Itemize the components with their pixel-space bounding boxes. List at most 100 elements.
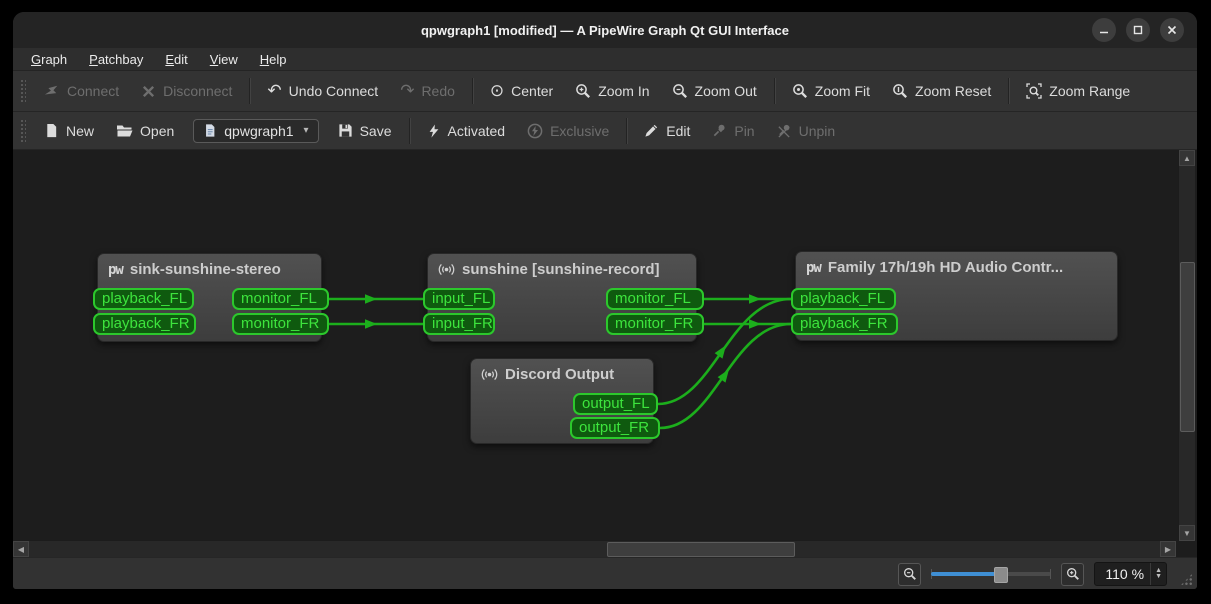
toolbar-drag-handle[interactable] bbox=[20, 119, 26, 143]
zoom-percent-spinbox[interactable]: 110 % ▲ ▼ bbox=[1094, 562, 1167, 586]
scroll-left-icon: ◀ bbox=[18, 545, 24, 554]
window-controls bbox=[1092, 18, 1184, 42]
disconnect-button[interactable]: Disconnect bbox=[130, 71, 243, 111]
menu-patchbay[interactable]: Patchbay bbox=[81, 51, 151, 68]
close-icon bbox=[1166, 24, 1178, 36]
slider-thumb[interactable] bbox=[994, 567, 1008, 583]
node-title: Discord Output bbox=[505, 366, 614, 383]
connect-button[interactable]: Connect bbox=[33, 71, 130, 111]
port-family-playback-fl[interactable]: playback_FL bbox=[791, 288, 896, 310]
scroll-left-button[interactable]: ◀ bbox=[13, 541, 29, 557]
port-sunshine-monitor-fl[interactable]: monitor_FL bbox=[606, 288, 704, 310]
scroll-up-icon: ▲ bbox=[1183, 154, 1191, 163]
zoom-fit-button[interactable]: Zoom Fit bbox=[781, 71, 881, 111]
activated-button[interactable]: Activated bbox=[416, 112, 517, 149]
statusbar-zoom-out-button[interactable] bbox=[898, 563, 921, 586]
port-sink-monitor-fr[interactable]: monitor_FR bbox=[232, 313, 329, 335]
node-header: sunshine [sunshine-record] bbox=[428, 254, 696, 278]
horizontal-scrollbar[interactable]: ◀ ▶ bbox=[13, 540, 1176, 557]
toolbar-drag-handle[interactable] bbox=[20, 79, 26, 103]
port-sink-monitor-fl[interactable]: monitor_FL bbox=[232, 288, 329, 310]
zoom-fit-icon bbox=[792, 83, 808, 99]
new-label: New bbox=[66, 123, 94, 139]
horizontal-scroll-handle[interactable] bbox=[607, 542, 795, 557]
port-sunshine-input-fr[interactable]: input_FR bbox=[423, 313, 495, 335]
port-sunshine-monitor-fr[interactable]: monitor_FR bbox=[606, 313, 704, 335]
titlebar[interactable]: qpwgraph1 [modified] — A PipeWire Graph … bbox=[13, 12, 1197, 48]
center-button[interactable]: ⊙ Center bbox=[479, 71, 564, 111]
zoom-out-icon bbox=[672, 83, 688, 99]
pin-button[interactable]: Pin bbox=[701, 112, 765, 149]
slider-fill bbox=[931, 572, 997, 576]
spin-down-icon[interactable]: ▼ bbox=[1155, 574, 1162, 580]
redo-button[interactable]: ↷ Redo bbox=[389, 71, 466, 111]
menu-help[interactable]: Help bbox=[252, 51, 295, 68]
statusbar-zoom-in-button[interactable] bbox=[1061, 563, 1084, 586]
graph-canvas[interactable]: pw sink-sunshine-stereo sunshine [sunshi… bbox=[13, 150, 1197, 557]
zoom-out-icon bbox=[903, 567, 917, 581]
patchbay-profile-combo[interactable]: qpwgraph1 ▾ bbox=[193, 119, 318, 143]
vertical-scrollbar[interactable]: ▲ ▼ bbox=[1178, 150, 1195, 541]
graph-toolbar: Connect Disconnect ↶ Undo Connect ↷ Redo… bbox=[13, 71, 1197, 112]
disconnect-label: Disconnect bbox=[163, 83, 232, 99]
menu-graph[interactable]: Graph bbox=[23, 51, 75, 68]
patchbay-profile-value: qpwgraph1 bbox=[224, 123, 293, 139]
zoom-slider[interactable] bbox=[931, 566, 1051, 582]
zoom-in-button[interactable]: Zoom In bbox=[564, 71, 660, 111]
exclusive-button[interactable]: Exclusive bbox=[516, 112, 620, 149]
port-discord-output-fr[interactable]: output_FR bbox=[570, 417, 660, 439]
connection[interactable] bbox=[704, 319, 791, 329]
undo-connect-button[interactable]: ↶ Undo Connect bbox=[256, 71, 389, 111]
port-sink-playback-fl[interactable]: playback_FL bbox=[93, 288, 194, 310]
patchbay-file-icon bbox=[203, 123, 217, 138]
zoom-range-button[interactable]: Zoom Range bbox=[1015, 71, 1141, 111]
port-discord-output-fl[interactable]: output_FL bbox=[573, 393, 658, 415]
port-sink-playback-fr[interactable]: playback_FR bbox=[93, 313, 196, 335]
node-header: pw sink-sunshine-stereo bbox=[98, 254, 321, 278]
connection[interactable] bbox=[704, 294, 791, 304]
maximize-button[interactable] bbox=[1126, 18, 1150, 42]
port-sunshine-input-fl[interactable]: input_FL bbox=[423, 288, 495, 310]
zoom-fit-label: Zoom Fit bbox=[815, 83, 870, 99]
resize-grip[interactable] bbox=[1180, 573, 1193, 586]
unpin-icon bbox=[777, 123, 792, 138]
scroll-up-button[interactable]: ▲ bbox=[1179, 150, 1195, 166]
zoom-out-label: Zoom Out bbox=[695, 83, 757, 99]
node-header: pw Family 17h/19h HD Audio Contr... bbox=[796, 252, 1117, 276]
activated-bolt-icon bbox=[427, 123, 441, 139]
zoom-in-label: Zoom In bbox=[598, 83, 649, 99]
zoom-out-button[interactable]: Zoom Out bbox=[661, 71, 768, 111]
node-title: Family 17h/19h HD Audio Contr... bbox=[828, 259, 1063, 276]
menu-view[interactable]: View bbox=[202, 51, 246, 68]
new-file-icon bbox=[44, 123, 59, 138]
node-title: sink-sunshine-stereo bbox=[130, 261, 281, 278]
close-button[interactable] bbox=[1160, 18, 1184, 42]
zoom-in-icon bbox=[1066, 567, 1080, 581]
connect-icon bbox=[44, 83, 60, 99]
chevron-down-icon: ▾ bbox=[301, 125, 309, 136]
new-button[interactable]: New bbox=[33, 112, 105, 149]
qpwgraph-window: qpwgraph1 [modified] — A PipeWire Graph … bbox=[13, 12, 1197, 589]
activated-label: Activated bbox=[448, 123, 506, 139]
vertical-scroll-handle[interactable] bbox=[1180, 262, 1195, 432]
open-button[interactable]: Open bbox=[105, 112, 185, 149]
save-button[interactable]: Save bbox=[327, 112, 403, 149]
port-family-playback-fr[interactable]: playback_FR bbox=[791, 313, 898, 335]
unpin-button[interactable]: Unpin bbox=[766, 112, 847, 149]
scroll-right-button[interactable]: ▶ bbox=[1160, 541, 1176, 557]
open-label: Open bbox=[140, 123, 174, 139]
undo-icon: ↶ bbox=[267, 83, 281, 100]
scroll-right-icon: ▶ bbox=[1165, 545, 1171, 554]
center-label: Center bbox=[511, 83, 553, 99]
minimize-button[interactable] bbox=[1092, 18, 1116, 42]
spinbox-arrows[interactable]: ▲ ▼ bbox=[1150, 563, 1166, 585]
scroll-down-button[interactable]: ▼ bbox=[1179, 525, 1195, 541]
edit-button[interactable]: Edit bbox=[633, 112, 701, 149]
statusbar: 110 % ▲ ▼ bbox=[13, 557, 1197, 589]
connection[interactable] bbox=[329, 294, 423, 304]
zoom-reset-button[interactable]: Zoom Reset bbox=[881, 71, 1002, 111]
stream-icon bbox=[438, 261, 455, 278]
toolbar-separator bbox=[249, 78, 250, 104]
menu-edit[interactable]: Edit bbox=[157, 51, 195, 68]
connection[interactable] bbox=[329, 319, 423, 329]
